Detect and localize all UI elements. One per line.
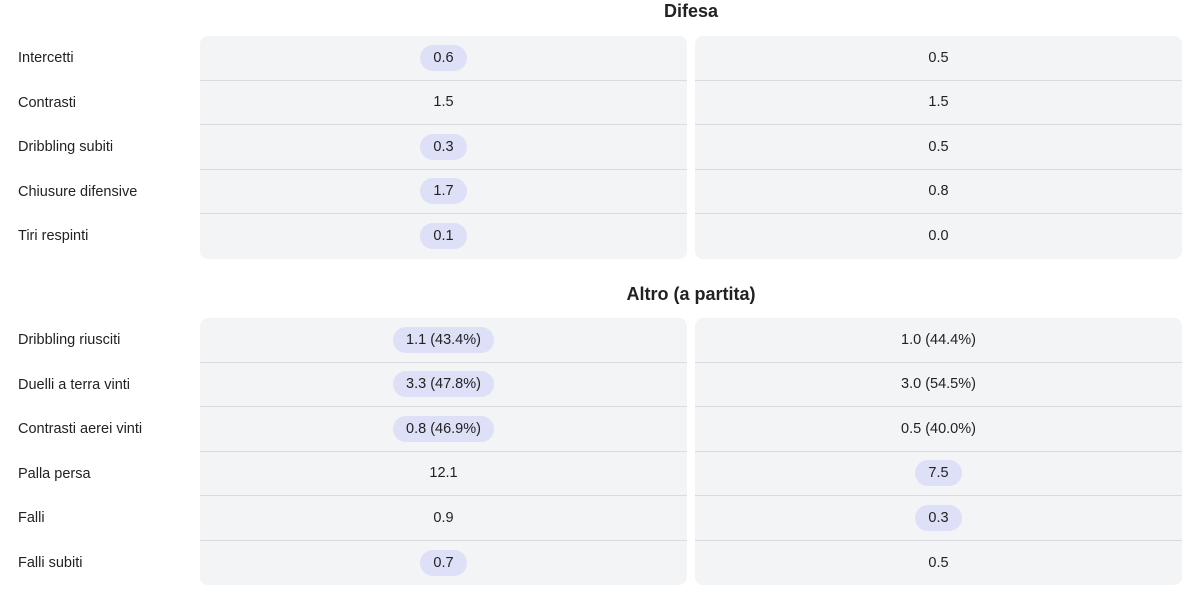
stat-value: 0.5: [928, 49, 949, 66]
stat-value: 0.5: [928, 554, 949, 571]
table-row: 0.8 (46.9%): [200, 407, 687, 452]
stat-value: 0.8 (46.9%): [393, 415, 494, 442]
table-row: 3.0 (54.5%): [695, 363, 1182, 407]
table-row: 1.5: [200, 81, 687, 125]
altro-left-player-panel: 1.1 (43.4%) 3.3 (47.8%) 0.8 (46.9%) 12.1…: [200, 318, 687, 585]
stat-label-dribbling-riusciti: Dribbling riusciti: [18, 332, 121, 349]
table-row: 7.5: [695, 452, 1182, 496]
difesa-labels: Intercetti Contrasti Dribbling subiti Ch…: [18, 36, 198, 259]
table-row: 1.0 (44.4%): [695, 318, 1182, 363]
difesa-left-player-panel: 0.6 1.5 0.3 1.7 0.1: [200, 36, 687, 259]
stat-value: 0.6: [420, 44, 467, 71]
stat-label-tiri-respinti: Tiri respinti: [18, 228, 89, 245]
stat-label-intercetti: Intercetti: [18, 50, 74, 67]
table-row: 12.1: [200, 452, 687, 496]
stat-value: 7.5: [915, 460, 962, 487]
stat-label-falli-subiti: Falli subiti: [18, 554, 83, 571]
table-row: 0.5: [695, 125, 1182, 170]
stat-label-palla-persa: Palla persa: [18, 465, 91, 482]
table-row: 0.5 (40.0%): [695, 407, 1182, 452]
difesa-right-player-panel: 0.5 1.5 0.5 0.8 0.0: [695, 36, 1182, 259]
table-row: 0.7: [200, 541, 687, 586]
table-row: 0.1: [200, 214, 687, 259]
stat-value: 0.8: [928, 183, 949, 200]
table-row: 0.3: [695, 496, 1182, 541]
stat-value: 1.5: [928, 94, 949, 111]
table-row: 0.3: [200, 125, 687, 170]
stat-label-chiusure-difensive: Chiusure difensive: [18, 183, 138, 200]
stat-value: 1.0 (44.4%): [901, 331, 976, 348]
table-row: 1.7: [200, 170, 687, 214]
stat-value: 0.3: [915, 504, 962, 531]
table-row: 0.6: [200, 36, 687, 81]
table-row: 1.5: [695, 81, 1182, 125]
table-row: 1.1 (43.4%): [200, 318, 687, 363]
stat-label-dribbling-subiti: Dribbling subiti: [18, 139, 114, 156]
stat-value: 1.7: [420, 178, 467, 205]
stat-value: 0.0: [928, 228, 949, 245]
stat-value: 0.7: [420, 549, 467, 576]
stat-label-falli: Falli: [18, 510, 45, 527]
stats-comparison-page: Difesa Intercetti Contrasti Dribbling su…: [0, 0, 1200, 612]
stat-value: 12.1: [429, 465, 458, 482]
stat-label-contrasti-aerei-vinti: Contrasti aerei vinti: [18, 421, 143, 438]
stat-value: 0.3: [420, 133, 467, 160]
stat-value: 0.5: [928, 138, 949, 155]
stat-label-contrasti: Contrasti: [18, 94, 77, 111]
stat-value: 0.9: [433, 509, 454, 526]
table-row: 0.9: [200, 496, 687, 541]
stat-value: 1.1 (43.4%): [393, 326, 494, 353]
table-row: 3.3 (47.8%): [200, 363, 687, 407]
table-row: 0.8: [695, 170, 1182, 214]
table-row: 0.5: [695, 541, 1182, 586]
altro-labels: Dribbling riusciti Duelli a terra vinti …: [18, 318, 198, 585]
stat-value: 3.0 (54.5%): [901, 376, 976, 393]
stat-label-duelli-a-terra-vinti: Duelli a terra vinti: [18, 376, 131, 393]
stat-value: 3.3 (47.8%): [393, 371, 494, 398]
stat-value: 0.1: [420, 223, 467, 250]
table-row: 0.0: [695, 214, 1182, 259]
altro-right-player-panel: 1.0 (44.4%) 3.0 (54.5%) 0.5 (40.0%) 7.5 …: [695, 318, 1182, 585]
table-row: 0.5: [695, 36, 1182, 81]
section-title-altro: Altro (a partita): [626, 284, 756, 304]
stat-value: 1.5: [433, 94, 454, 111]
stat-value: 0.5 (40.0%): [901, 420, 976, 437]
section-title-difesa: Difesa: [663, 1, 719, 21]
